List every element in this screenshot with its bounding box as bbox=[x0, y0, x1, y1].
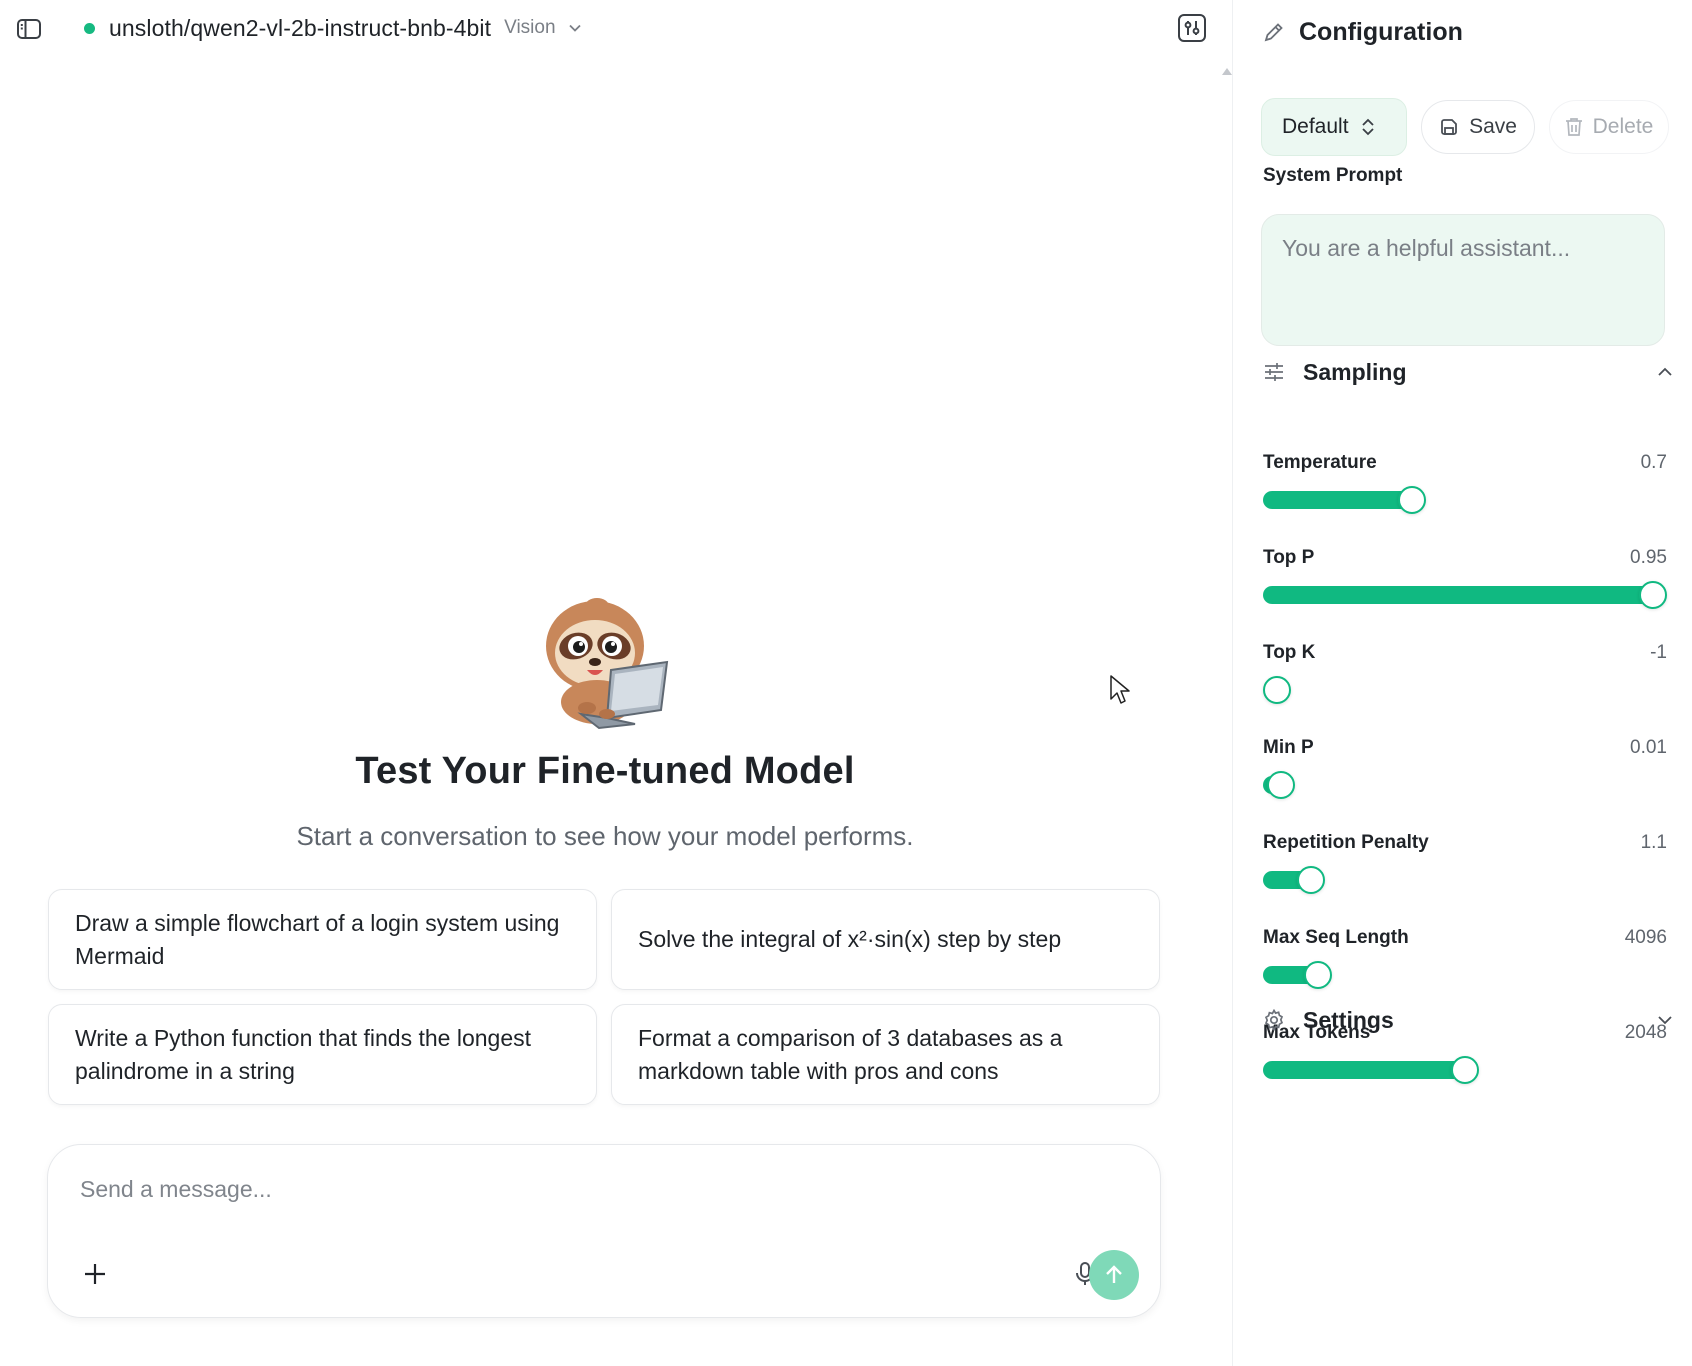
delete-label: Delete bbox=[1592, 115, 1654, 138]
slider-thumb[interactable] bbox=[1296, 866, 1325, 894]
param-value: 1.1 bbox=[1640, 832, 1667, 853]
chevron-down-icon bbox=[1657, 1015, 1673, 1025]
top-k-slider[interactable] bbox=[1263, 676, 1667, 704]
scroll-up-caret[interactable] bbox=[1222, 68, 1232, 75]
slider-thumb[interactable] bbox=[1398, 486, 1427, 514]
settings-section-header[interactable]: Settings bbox=[1263, 1002, 1673, 1038]
chevron-down-icon bbox=[568, 23, 582, 33]
top-p-slider[interactable] bbox=[1263, 581, 1667, 609]
sloth-mascot-image bbox=[546, 598, 669, 730]
slider-fill bbox=[1263, 586, 1653, 604]
slider-fill bbox=[1263, 1061, 1465, 1079]
save-icon bbox=[1439, 117, 1459, 137]
model-status-dot bbox=[84, 22, 95, 34]
message-composer bbox=[47, 1144, 1161, 1318]
sidebar-panel-icon bbox=[17, 19, 41, 39]
sidebar-toggle-button[interactable] bbox=[14, 15, 44, 43]
save-preset-button[interactable]: Save bbox=[1421, 100, 1535, 154]
param-top-p: Top P 0.95 bbox=[1263, 547, 1667, 617]
param-max-seq-length: Max Seq Length 4096 bbox=[1263, 927, 1667, 997]
param-value: 4096 bbox=[1624, 927, 1667, 948]
param-value: 0.01 bbox=[1630, 737, 1667, 758]
model-name: unsloth/qwen2-vl-2b-instruct-bnb-4bit bbox=[109, 14, 492, 41]
panel-title: Configuration bbox=[1299, 17, 1463, 46]
message-input[interactable] bbox=[80, 1167, 1120, 1211]
suggestion-card[interactable]: Write a Python function that finds the l… bbox=[48, 1004, 597, 1105]
arrow-up-icon bbox=[1106, 1265, 1122, 1283]
param-label: Top P bbox=[1263, 547, 1315, 568]
send-button[interactable] bbox=[1089, 1250, 1139, 1300]
model-selector[interactable]: unsloth/qwen2-vl-2b-instruct-bnb-4bit Vi… bbox=[84, 12, 582, 44]
param-label: Top K bbox=[1263, 642, 1316, 663]
pencil-icon bbox=[1263, 21, 1285, 43]
system-prompt-label: System Prompt bbox=[1263, 165, 1403, 186]
welcome-subtitle: Start a conversation to see how your mod… bbox=[296, 821, 914, 851]
plus-icon bbox=[85, 1264, 105, 1284]
settings-panel-icon bbox=[1178, 14, 1206, 42]
param-value: -1 bbox=[1650, 642, 1667, 663]
param-label: Repetition Penalty bbox=[1263, 832, 1429, 853]
attach-button[interactable] bbox=[76, 1255, 114, 1293]
settings-title: Settings bbox=[1303, 1006, 1394, 1033]
welcome-title: Test Your Fine-tuned Model bbox=[355, 750, 855, 792]
param-label: Min P bbox=[1263, 737, 1314, 758]
chevron-up-icon bbox=[1657, 367, 1673, 377]
chevron-updown-icon bbox=[1361, 118, 1375, 136]
suggestion-card[interactable]: Format a comparison of 3 databases as a … bbox=[611, 1004, 1160, 1105]
param-min-p: Min P 0.01 bbox=[1263, 737, 1667, 807]
param-temperature: Temperature 0.7 bbox=[1263, 452, 1667, 522]
mouse-cursor-icon bbox=[1110, 675, 1130, 704]
slider-thumb[interactable] bbox=[1451, 1056, 1479, 1084]
temperature-slider[interactable] bbox=[1263, 486, 1667, 514]
preset-value: Default bbox=[1282, 115, 1349, 138]
slider-thumb[interactable] bbox=[1304, 961, 1333, 989]
preset-select[interactable]: Default bbox=[1261, 98, 1407, 156]
configuration-panel: Configuration Default Save Delete System… bbox=[1232, 0, 1692, 1366]
suggestion-grid: Draw a simple flowchart of a login syste… bbox=[48, 889, 1160, 1105]
param-label: Max Seq Length bbox=[1263, 927, 1409, 948]
config-panel-toggle-button[interactable] bbox=[1176, 12, 1208, 44]
min-p-slider[interactable] bbox=[1263, 771, 1667, 799]
max-tokens-slider[interactable] bbox=[1263, 1056, 1667, 1084]
param-label: Temperature bbox=[1263, 452, 1377, 473]
preset-toolbar: Default Save Delete bbox=[1261, 98, 1669, 156]
sliders-icon bbox=[1263, 361, 1285, 383]
max-seq-length-slider[interactable] bbox=[1263, 961, 1667, 989]
param-repetition-penalty: Repetition Penalty 1.1 bbox=[1263, 832, 1667, 902]
param-value: 0.95 bbox=[1630, 547, 1667, 568]
slider-fill bbox=[1263, 491, 1413, 509]
top-bar: unsloth/qwen2-vl-2b-instruct-bnb-4bit Vi… bbox=[0, 0, 1232, 60]
panel-header: Configuration bbox=[1263, 14, 1463, 50]
trash-icon bbox=[1565, 117, 1583, 137]
sampling-title: Sampling bbox=[1303, 358, 1407, 385]
save-label: Save bbox=[1469, 115, 1517, 138]
suggestion-card[interactable]: Draw a simple flowchart of a login syste… bbox=[48, 889, 597, 990]
delete-preset-button[interactable]: Delete bbox=[1549, 100, 1669, 154]
slider-thumb[interactable] bbox=[1266, 771, 1295, 799]
model-type-tag: Vision bbox=[504, 17, 556, 38]
slider-thumb[interactable] bbox=[1639, 581, 1667, 609]
gear-icon bbox=[1263, 1009, 1285, 1031]
sampling-section-header[interactable]: Sampling bbox=[1263, 354, 1673, 390]
slider-thumb[interactable] bbox=[1263, 676, 1291, 704]
suggestion-card[interactable]: Solve the integral of x²·sin(x) step by … bbox=[611, 889, 1160, 990]
param-top-k: Top K -1 bbox=[1263, 642, 1667, 712]
system-prompt-input[interactable] bbox=[1261, 214, 1665, 346]
repetition-penalty-slider[interactable] bbox=[1263, 866, 1667, 894]
param-value: 0.7 bbox=[1640, 452, 1667, 473]
welcome-section: Test Your Fine-tuned Model Start a conve… bbox=[0, 590, 1210, 852]
